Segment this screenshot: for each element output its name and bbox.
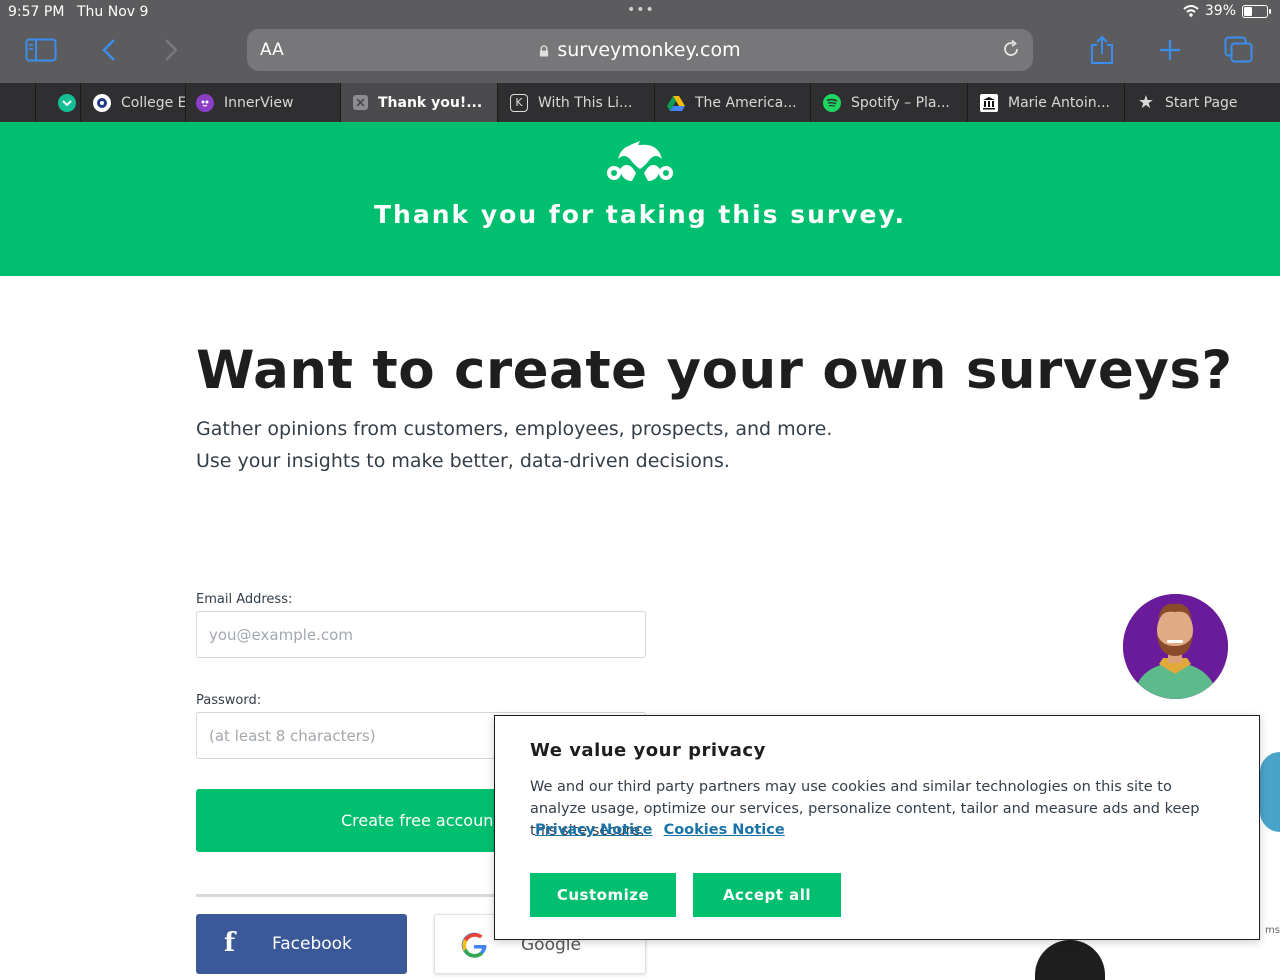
star-icon: ★ — [1137, 92, 1155, 113]
address-bar[interactable]: AA surveymonkey.com — [247, 29, 1033, 71]
google-icon — [461, 932, 487, 958]
subtitle-line-1: Gather opinions from customers, employee… — [196, 418, 833, 440]
tab-label: College E — [121, 94, 185, 111]
cookies-notice-link[interactable]: Cookies Notice — [664, 822, 785, 838]
plus-icon — [1160, 40, 1180, 60]
circle-logo-icon — [93, 93, 111, 112]
tab-spotify[interactable]: Spotify – Pla... — [810, 83, 967, 122]
email-field[interactable] — [196, 611, 646, 658]
corner-text: ms — [1265, 925, 1280, 936]
k-logo-icon: K — [510, 93, 528, 112]
share-button[interactable] — [1085, 34, 1119, 66]
battery-icon — [1242, 4, 1271, 18]
avatar-illustration — [1123, 594, 1228, 699]
status-indicators: 39% — [1183, 3, 1271, 19]
person-avatar — [1123, 594, 1228, 699]
tab-pinned-1[interactable] — [0, 83, 35, 122]
accept-all-button[interactable]: Accept all — [693, 873, 841, 917]
surveymonkey-logo-icon — [607, 141, 673, 181]
tab-label: The America... — [695, 94, 797, 111]
cookie-consent-dialog: We value your privacy We and our third p… — [494, 715, 1260, 940]
browser-chrome: 9:57 PM Thu Nov 9 ••• 39% AA surveymonke… — [0, 0, 1280, 83]
tab-pinned-2[interactable] — [35, 83, 80, 122]
tabs-overview-button[interactable] — [1222, 34, 1256, 66]
lock-icon — [540, 45, 549, 57]
tab-bar: College E InnerView Thank you!... K With… — [0, 83, 1280, 122]
status-time: 9:57 PM — [8, 4, 65, 20]
tab-label: Thank you!... — [378, 94, 483, 111]
share-icon — [1091, 35, 1113, 64]
tab-label: Start Page — [1165, 94, 1238, 111]
password-label: Password: — [196, 693, 262, 708]
spotify-icon — [823, 93, 841, 112]
subtitle-line-2: Use your insights to make better, data-d… — [196, 450, 730, 472]
cookie-title: We value your privacy — [530, 740, 766, 761]
facebook-signup-button[interactable]: f Facebook — [196, 914, 407, 974]
privacy-notice-link[interactable]: Privacy Notice — [535, 822, 653, 838]
tab-marie-antoin[interactable]: Marie Antoin... — [967, 83, 1124, 122]
forward-button[interactable] — [154, 34, 188, 66]
tab-the-america[interactable]: The America... — [654, 83, 810, 122]
facebook-icon: f — [224, 928, 236, 958]
banner-title: Thank you for taking this survey. — [374, 200, 906, 229]
close-tab-icon[interactable] — [353, 95, 368, 110]
facebook-label: Facebook — [272, 934, 352, 954]
battery-percent: 39% — [1204, 3, 1236, 19]
sidebar-icon — [25, 38, 57, 62]
chevron-left-icon — [102, 39, 115, 61]
battery-fill — [1244, 6, 1252, 16]
page-headline: Want to create your own surveys? — [196, 340, 1233, 401]
chevron-right-icon — [165, 39, 178, 61]
tab-label: InnerView — [224, 94, 294, 111]
tab-thank-you[interactable]: Thank you!... — [340, 83, 497, 122]
tab-innerview[interactable]: InnerView — [185, 83, 340, 122]
tab-label: Marie Antoin... — [1008, 94, 1110, 111]
tab-label: With This Li... — [538, 94, 633, 111]
url-text: surveymonkey.com — [557, 39, 741, 61]
thank-you-banner: Thank you for taking this survey. — [0, 122, 1280, 276]
decorative-shape — [1260, 752, 1280, 832]
email-label: Email Address: — [196, 592, 293, 607]
cookie-links: Privacy Notice Cookies Notice — [535, 822, 791, 838]
tab-label: Spotify – Pla... — [851, 94, 950, 111]
customize-button[interactable]: Customize — [530, 873, 676, 917]
wifi-icon — [1183, 5, 1199, 17]
new-tab-button[interactable] — [1153, 34, 1187, 66]
url-display[interactable]: surveymonkey.com — [247, 39, 1033, 61]
google-drive-icon — [667, 94, 685, 112]
back-button[interactable] — [92, 34, 126, 66]
reload-icon[interactable] — [1001, 39, 1021, 59]
tab-college-e[interactable]: College E — [80, 83, 185, 122]
status-date: Thu Nov 9 — [77, 4, 149, 20]
sidebar-toggle-button[interactable] — [24, 34, 58, 66]
tabs-overview-icon — [1224, 36, 1253, 63]
khan-logo-icon — [58, 93, 76, 112]
tab-start-page[interactable]: ★ Start Page — [1124, 83, 1280, 122]
innerview-logo-icon — [196, 93, 214, 112]
multitasking-dots-icon[interactable]: ••• — [627, 2, 655, 18]
museum-icon — [980, 93, 998, 112]
decorative-shape — [1035, 940, 1105, 980]
tab-with-this-li[interactable]: K With This Li... — [497, 83, 654, 122]
